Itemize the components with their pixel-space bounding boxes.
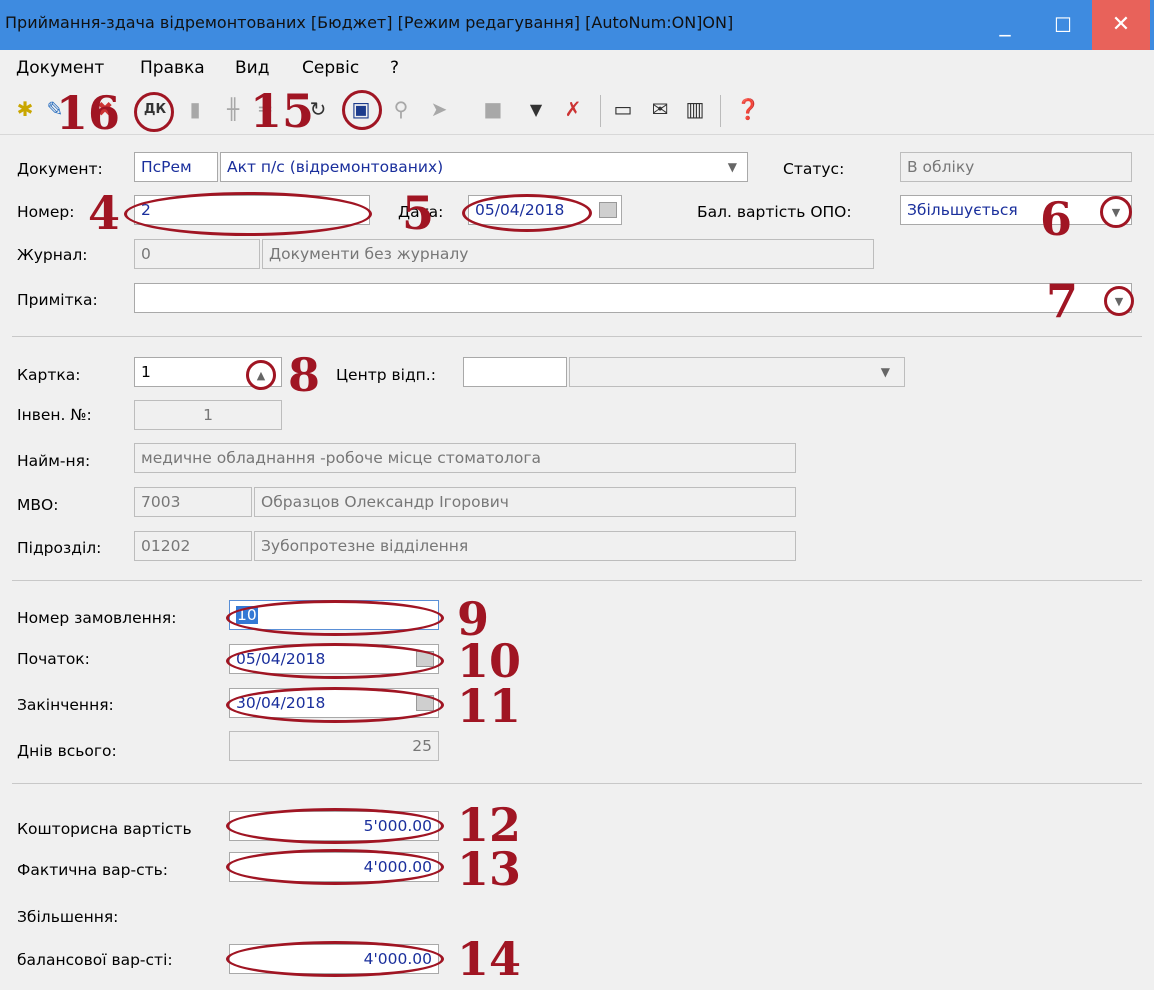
maximize-button[interactable]: ☐ <box>1034 0 1092 50</box>
increase-label-line1: Збільшення: <box>17 908 119 926</box>
start-date-value: 05/04/2018 <box>236 650 326 668</box>
divider <box>12 580 1142 581</box>
save-icon[interactable]: ▣ <box>346 94 376 124</box>
inv-no-label: Інвен. №: <box>17 406 92 424</box>
card-label: Картка: <box>17 366 81 384</box>
status-label: Статус: <box>783 160 845 178</box>
help-icon[interactable]: ❓ <box>733 94 763 124</box>
bal-value-dropdown-button[interactable]: ▼ <box>1100 196 1132 228</box>
menu-document[interactable]: Документ <box>16 58 104 78</box>
days-field: 25 <box>229 731 439 761</box>
center-code-field[interactable] <box>463 357 567 387</box>
note-dropdown-button[interactable]: ▼ <box>1104 286 1134 316</box>
annotation-number-5: 5 <box>402 186 435 240</box>
increase-field[interactable]: 4'000.00 <box>229 944 439 974</box>
annotation-number-4: 4 <box>88 186 121 240</box>
end-label: Закінчення: <box>17 696 114 714</box>
calendar-icon[interactable] <box>416 695 434 711</box>
annotation-number-14: 14 <box>457 932 522 986</box>
split-icon: ╫ <box>226 97 240 121</box>
menu-help[interactable]: ? <box>390 58 399 78</box>
note-label: Примітка: <box>17 291 98 309</box>
order-no-value: 10 <box>236 606 258 624</box>
table-icon: ■ <box>483 97 503 121</box>
center-name-select[interactable]: ▼ <box>569 357 905 387</box>
key-icon: ⚲ <box>393 97 409 121</box>
toolbar-separator <box>720 95 721 127</box>
journal-code-field: 0 <box>134 239 260 269</box>
date-value: 05/04/2018 <box>475 201 565 219</box>
increase-label-line2: балансової вар-сті: <box>17 951 173 969</box>
mail-icon[interactable]: ✉ <box>645 94 675 124</box>
clear-filter-icon[interactable]: ✗ <box>558 94 588 124</box>
name-label: Найм-ня: <box>17 452 91 470</box>
calendar-icon[interactable] <box>416 651 434 667</box>
calendar-icon[interactable] <box>599 202 617 218</box>
divider <box>12 783 1142 784</box>
annotation-number-10: 10 <box>457 634 522 688</box>
name-field: медичне обладнання -робоче місце стомато… <box>134 443 796 473</box>
start-label: Початок: <box>17 650 90 668</box>
bal-value-label: Бал. вартість ОПО: <box>697 203 852 221</box>
mvo-code-field: 7003 <box>134 487 252 517</box>
document-type-select[interactable]: Акт п/с (відремонтованих) ▼ <box>220 152 748 182</box>
chevron-down-icon: ▼ <box>727 160 737 174</box>
est-cost-field[interactable]: 5'000.00 <box>229 811 439 841</box>
journal-name-field: Документи без журналу <box>262 239 874 269</box>
division-code-field: 01202 <box>134 531 252 561</box>
annotation-number-7: 7 <box>1046 274 1079 328</box>
forward-icon: ➤ <box>430 97 448 121</box>
mvo-name-field: Образцов Олександр Ігорович <box>254 487 796 517</box>
toolbar-separator <box>600 95 601 127</box>
annotation-number-11: 11 <box>457 679 522 733</box>
window-title: Приймання-здача відремонтованих [Бюджет]… <box>5 13 734 32</box>
dk-icon[interactable]: ДК <box>140 94 170 124</box>
note-field[interactable] <box>134 283 1132 313</box>
annotation-number-13: 13 <box>457 842 522 896</box>
document-type-value: Акт п/с (відремонтованих) <box>227 158 444 176</box>
filter-icon[interactable]: ▼ <box>521 94 551 124</box>
actual-cost-field[interactable]: 4'000.00 <box>229 852 439 882</box>
actual-cost-label: Фактична вар-сть: <box>17 861 168 879</box>
annotation-number-8: 8 <box>288 348 321 402</box>
end-date-field[interactable]: 30/04/2018 <box>229 688 439 718</box>
number-label: Номер: <box>17 203 75 221</box>
division-name-field: Зубопротезне відділення <box>254 531 796 561</box>
menu-view[interactable]: Вид <box>235 58 269 78</box>
date-field[interactable]: 05/04/2018 <box>468 195 622 225</box>
days-label: Днів всього: <box>17 742 117 760</box>
annotation-number-6: 6 <box>1040 192 1073 246</box>
mvo-label: МВО: <box>17 496 59 514</box>
bal-value-select[interactable]: Збільшується <box>900 195 1132 225</box>
card-value: 1 <box>141 363 151 381</box>
start-date-field[interactable]: 05/04/2018 <box>229 644 439 674</box>
document-label: Документ: <box>17 160 103 178</box>
order-no-field[interactable]: 10 <box>229 600 439 630</box>
number-field[interactable]: 2 <box>134 195 370 225</box>
menu-service[interactable]: Сервіс <box>302 58 359 78</box>
card-lookup-button[interactable]: ▲ <box>246 360 276 390</box>
document-code-field[interactable]: ПсРем <box>134 152 218 182</box>
bal-value-value: Збільшується <box>907 201 1018 219</box>
journal-label: Журнал: <box>17 246 88 264</box>
inv-no-field: 1 <box>134 400 282 430</box>
minimize-button[interactable]: _ <box>976 0 1034 50</box>
copy-icon: ▮ <box>189 97 201 121</box>
barcode-icon[interactable]: ▥ <box>680 94 710 124</box>
new-doc-icon[interactable]: ✱ <box>10 94 40 124</box>
est-cost-label: Кошторисна вартість <box>17 820 192 838</box>
status-field: В обліку <box>900 152 1132 182</box>
annotation-number-16: 16 <box>56 86 121 140</box>
end-date-value: 30/04/2018 <box>236 694 326 712</box>
center-label: Центр відп.: <box>336 366 436 384</box>
form-icon[interactable]: ▭ <box>608 94 638 124</box>
annotation-number-15: 15 <box>250 84 315 138</box>
chevron-down-icon: ▼ <box>880 365 890 379</box>
division-label: Підрозділ: <box>17 539 102 557</box>
divider <box>12 336 1142 337</box>
close-button[interactable]: ✕ <box>1092 0 1150 50</box>
menu-edit[interactable]: Правка <box>140 58 205 78</box>
order-no-label: Номер замовлення: <box>17 609 177 627</box>
